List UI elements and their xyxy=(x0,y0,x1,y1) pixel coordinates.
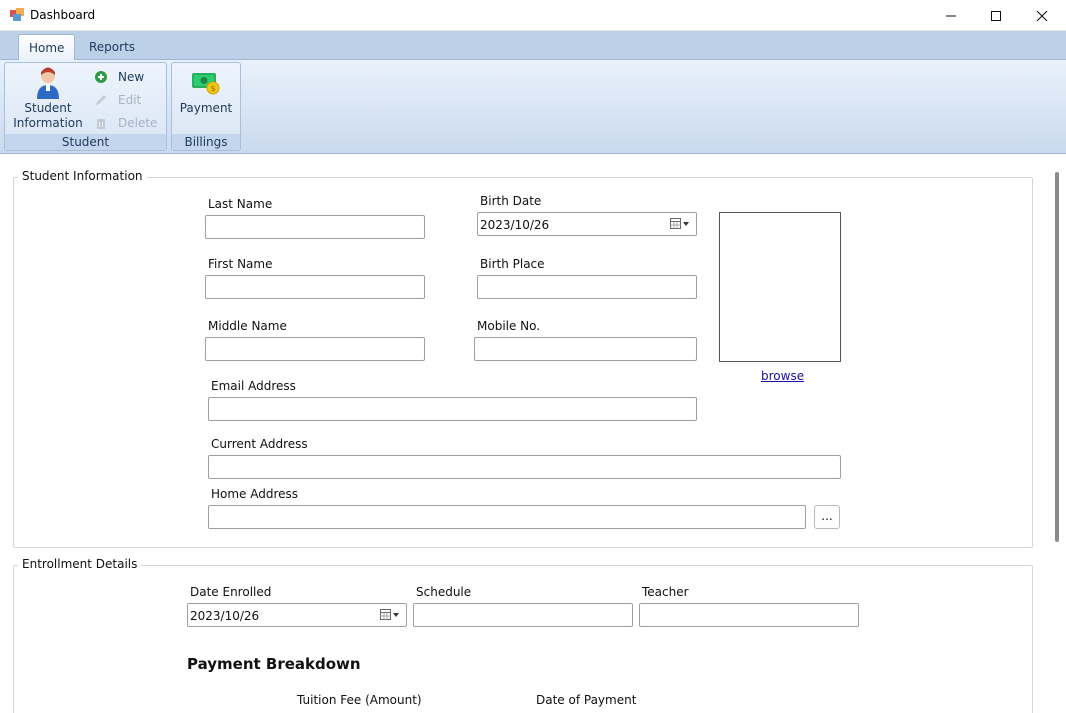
birth-place-label: Birth Place xyxy=(480,257,545,271)
calendar-dropdown-icon xyxy=(380,609,399,620)
scrollbar-thumb[interactable] xyxy=(1055,172,1059,542)
trash-icon xyxy=(94,116,108,130)
last-name-label: Last Name xyxy=(208,197,273,211)
delete-label: Delete xyxy=(118,116,158,130)
home-address-input[interactable] xyxy=(208,505,806,529)
teacher-label: Teacher xyxy=(642,585,689,599)
calendar-dropdown-icon xyxy=(670,218,689,229)
birth-date-label: Birth Date xyxy=(480,194,542,208)
ribbon-panel: Student Information New Edit Delete Stud… xyxy=(0,60,1066,154)
title-bar: Dashboard xyxy=(0,0,1066,31)
app-icon xyxy=(10,8,24,21)
first-name-input[interactable] xyxy=(205,275,425,299)
tab-reports[interactable]: Reports xyxy=(79,34,145,60)
middle-name-label: Middle Name xyxy=(208,319,287,333)
mobile-no-label: Mobile No. xyxy=(477,319,541,333)
ribbon-group-student: Student Information New Edit Delete Stud… xyxy=(4,62,167,151)
enrollment-details-legend: Entrollment Details xyxy=(18,557,142,571)
edit-label: Edit xyxy=(118,93,142,107)
student-icon xyxy=(37,67,59,99)
home-address-browse-button[interactable]: ... xyxy=(814,505,840,529)
student-info-label-line2: Information xyxy=(13,116,83,130)
current-address-input[interactable] xyxy=(208,455,841,479)
browse-link[interactable]: browse xyxy=(761,369,804,383)
close-button[interactable] xyxy=(1019,0,1065,31)
minimize-button[interactable] xyxy=(928,0,974,31)
date-enrolled-value: 2023/10/26 xyxy=(190,609,260,623)
payment-label: Payment xyxy=(179,101,233,115)
mobile-no-input[interactable] xyxy=(474,337,697,361)
teacher-input[interactable] xyxy=(639,603,859,627)
enrollment-details-group xyxy=(13,565,1033,713)
edit-button[interactable]: Edit xyxy=(94,90,141,110)
maximize-icon xyxy=(991,10,1001,21)
tab-home[interactable]: Home xyxy=(18,34,76,60)
payment-icon: $ xyxy=(192,73,220,95)
email-address-label: Email Address xyxy=(211,379,296,393)
date-of-payment-label: Date of Payment xyxy=(536,693,637,707)
new-button[interactable]: New xyxy=(94,67,144,87)
birth-date-value: 2023/10/26 xyxy=(480,218,550,232)
email-address-input[interactable] xyxy=(208,397,697,421)
birth-date-picker[interactable]: 2023/10/26 xyxy=(477,212,697,236)
content-area: Student Information Last Name First Name… xyxy=(0,155,1050,713)
ribbon-group-student-label: Student xyxy=(5,134,166,150)
svg-text:$: $ xyxy=(210,84,215,93)
minimize-icon xyxy=(946,15,956,16)
student-information-button[interactable]: Student Information xyxy=(13,67,83,131)
payment-breakdown-title: Payment Breakdown xyxy=(187,655,361,673)
schedule-input[interactable] xyxy=(413,603,633,627)
ribbon-group-billings-label: Billings xyxy=(172,134,240,150)
pencil-icon xyxy=(94,93,108,107)
schedule-label: Schedule xyxy=(416,585,472,599)
middle-name-input[interactable] xyxy=(205,337,425,361)
date-enrolled-label: Date Enrolled xyxy=(190,585,272,599)
new-label: New xyxy=(118,70,145,84)
vertical-scrollbar[interactable] xyxy=(1050,155,1066,713)
first-name-label: First Name xyxy=(208,257,273,271)
tuition-fee-label: Tuition Fee (Amount) xyxy=(297,693,422,707)
window-title: Dashboard xyxy=(30,8,96,22)
ribbon-group-billings: $ Payment Billings xyxy=(171,62,241,151)
add-icon xyxy=(94,70,108,84)
payment-button[interactable]: $ Payment xyxy=(172,67,240,116)
home-address-label: Home Address xyxy=(211,487,299,501)
birth-place-input[interactable] xyxy=(477,275,697,299)
ribbon-tab-bar: Home Reports xyxy=(0,31,1066,60)
student-photo-box xyxy=(719,212,841,362)
date-enrolled-picker[interactable]: 2023/10/26 xyxy=(187,603,407,627)
last-name-input[interactable] xyxy=(205,215,425,239)
close-icon xyxy=(1036,10,1048,21)
delete-button[interactable]: Delete xyxy=(94,113,157,133)
maximize-button[interactable] xyxy=(973,0,1019,31)
current-address-label: Current Address xyxy=(211,437,308,451)
student-information-legend: Student Information xyxy=(18,169,147,183)
student-info-label-line1: Student xyxy=(24,101,72,115)
